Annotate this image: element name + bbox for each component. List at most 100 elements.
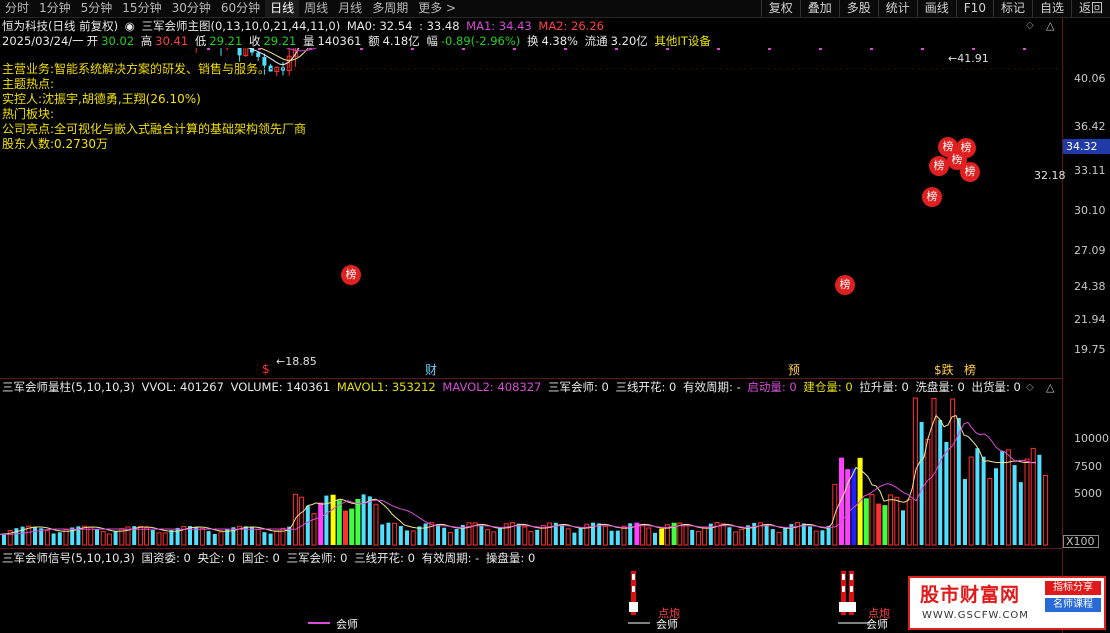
volume-bar bbox=[1005, 449, 1011, 546]
event-marker[interactable]: 财 bbox=[425, 361, 437, 378]
event-marker[interactable]: 榜 bbox=[964, 361, 976, 378]
price-tick: 33.11 bbox=[1074, 164, 1106, 177]
volume-bar bbox=[88, 526, 94, 546]
volume-bar bbox=[528, 531, 534, 546]
marker-dot bbox=[615, 48, 618, 50]
gq-value: 国企: 0 bbox=[242, 551, 280, 565]
bang-badge[interactable]: 榜 bbox=[956, 138, 976, 158]
candlestick-chart[interactable] bbox=[0, 48, 1062, 378]
volume-bar bbox=[653, 532, 657, 545]
volume-bar bbox=[255, 528, 261, 546]
period-tab[interactable]: 多周期 bbox=[367, 0, 413, 17]
tool-button[interactable]: 标记 bbox=[992, 0, 1032, 17]
period-tab[interactable]: 1分钟 bbox=[34, 0, 76, 17]
tool-button[interactable]: 多股 bbox=[838, 0, 878, 17]
volume-tick: 5000 bbox=[1074, 487, 1102, 500]
tool-button[interactable]: 复权 bbox=[760, 0, 800, 17]
tool-button[interactable]: F10 bbox=[955, 0, 993, 17]
qdl-value: 启动量: 0 bbox=[747, 380, 797, 394]
period-tab[interactable]: 周线 bbox=[299, 0, 333, 17]
ma1-value: MA1: 34.43 bbox=[466, 19, 532, 33]
period-tabs: 分时 1分钟 5分钟 15分钟 30分钟 60分钟 日线 周线 月线 多周期 更多 > bbox=[0, 0, 461, 17]
volume-bar bbox=[156, 532, 162, 546]
marker-dot bbox=[564, 48, 567, 50]
watermark-tag: 名师课程 bbox=[1045, 598, 1101, 612]
bang-badge[interactable]: 榜 bbox=[929, 156, 949, 176]
period-tab[interactable]: 30分钟 bbox=[167, 0, 216, 17]
volume-bar bbox=[522, 526, 528, 546]
volume-bar bbox=[572, 532, 577, 545]
amount-label: 额 bbox=[368, 34, 380, 48]
bang-badge[interactable]: 榜 bbox=[922, 187, 942, 207]
bang-badge[interactable]: 榜 bbox=[835, 275, 855, 295]
tool-button[interactable]: 叠加 bbox=[799, 0, 839, 17]
marker-dot bbox=[360, 48, 363, 50]
diamond-icon[interactable]: ◇ bbox=[1026, 20, 1034, 31]
tool-button[interactable]: 返回 bbox=[1070, 0, 1110, 17]
settings-icon[interactable]: ◉ bbox=[125, 19, 135, 33]
stock-title[interactable]: 恒为科技(日线 前复权) bbox=[2, 19, 118, 33]
period-tab[interactable]: 60分钟 bbox=[216, 0, 265, 17]
price-tick: 36.42 bbox=[1074, 120, 1106, 133]
volume-bar bbox=[702, 526, 708, 546]
sjhs-value: 三军会师: 0 bbox=[548, 380, 609, 394]
period-tab[interactable]: 分时 bbox=[0, 0, 34, 17]
ma2-value: MA2: 26.26 bbox=[538, 19, 604, 33]
low-value: 29.21 bbox=[209, 34, 243, 48]
marker-dot bbox=[819, 48, 822, 50]
marker-dot bbox=[972, 48, 975, 50]
up-triangle-icon[interactable]: △ bbox=[1046, 19, 1054, 32]
volume-bar bbox=[888, 494, 894, 546]
tool-button[interactable]: 统计 bbox=[877, 0, 917, 17]
volume-bar bbox=[820, 530, 825, 545]
event-marker[interactable]: $跌 bbox=[934, 361, 954, 378]
period-tab[interactable]: 15分钟 bbox=[117, 0, 166, 17]
price-tick: 24.38 bbox=[1074, 280, 1106, 293]
event-marker[interactable]: $ bbox=[262, 362, 270, 376]
tool-buttons: 复权 叠加 多股 统计 画线 F10 标记 自选 返回 bbox=[760, 0, 1110, 17]
volume-bar bbox=[212, 533, 217, 545]
volume-bar bbox=[987, 477, 993, 546]
marker-dot bbox=[870, 48, 873, 50]
sector-value[interactable]: 其他IT设备 bbox=[654, 34, 710, 48]
change-label: 幅 bbox=[426, 34, 438, 48]
period-tab[interactable]: 5分钟 bbox=[76, 0, 118, 17]
bang-badge[interactable]: 榜 bbox=[341, 265, 361, 285]
volume-bar bbox=[938, 419, 943, 545]
period-tab[interactable]: 月线 bbox=[333, 0, 367, 17]
tool-button[interactable]: 自选 bbox=[1031, 0, 1071, 17]
volume-bar bbox=[925, 438, 931, 546]
sig-indicator-name[interactable]: 三军会师信号(5,10,10,3) bbox=[2, 551, 135, 565]
pane-divider[interactable] bbox=[0, 548, 1062, 549]
volume-bar bbox=[206, 531, 211, 545]
volume-chart[interactable] bbox=[0, 395, 1062, 547]
sxkh-value: 三线开花: 0 bbox=[354, 551, 415, 565]
event-marker[interactable]: 预 bbox=[788, 361, 800, 378]
vol-indicator-name[interactable]: 三军会师量柱(5,10,10,3) bbox=[2, 380, 135, 394]
volume-bar bbox=[901, 510, 905, 545]
ma0-value: MA0: 32.54 bbox=[346, 19, 413, 33]
signal-chart[interactable] bbox=[0, 566, 1062, 633]
volume-bar bbox=[535, 529, 540, 545]
volume-bar bbox=[199, 528, 205, 546]
diamond-icon[interactable]: ◇ bbox=[1026, 382, 1034, 393]
volume-header: 三军会师量柱(5,10,10,3) VVOL: 401267 VOLUME: 1… bbox=[2, 380, 1024, 394]
volume-bar bbox=[739, 528, 745, 546]
candle-body bbox=[237, 48, 242, 56]
main-indicator-name[interactable]: 三军会师主图(0,13,10,0,21,44,11,0) bbox=[142, 19, 341, 33]
volume-bar bbox=[968, 456, 974, 546]
dianpao-label: 点炮 bbox=[658, 607, 680, 620]
volume-bar bbox=[63, 529, 69, 546]
bang-badge[interactable]: 榜 bbox=[960, 162, 980, 182]
tool-button[interactable]: 画线 bbox=[916, 0, 956, 17]
period-tab[interactable]: 日线 bbox=[265, 0, 300, 17]
volume-bar bbox=[442, 527, 447, 545]
price-tick: 40.06 bbox=[1074, 72, 1106, 85]
watermark-url: WWW.GSCFW.COM bbox=[922, 610, 1029, 621]
pane-divider[interactable] bbox=[0, 378, 1062, 379]
volume-bar bbox=[144, 527, 150, 546]
period-tab[interactable]: 更多 > bbox=[413, 0, 461, 17]
ma-line-white bbox=[247, 48, 300, 66]
marker-dot bbox=[207, 48, 210, 50]
up-triangle-icon[interactable]: △ bbox=[1046, 381, 1054, 394]
